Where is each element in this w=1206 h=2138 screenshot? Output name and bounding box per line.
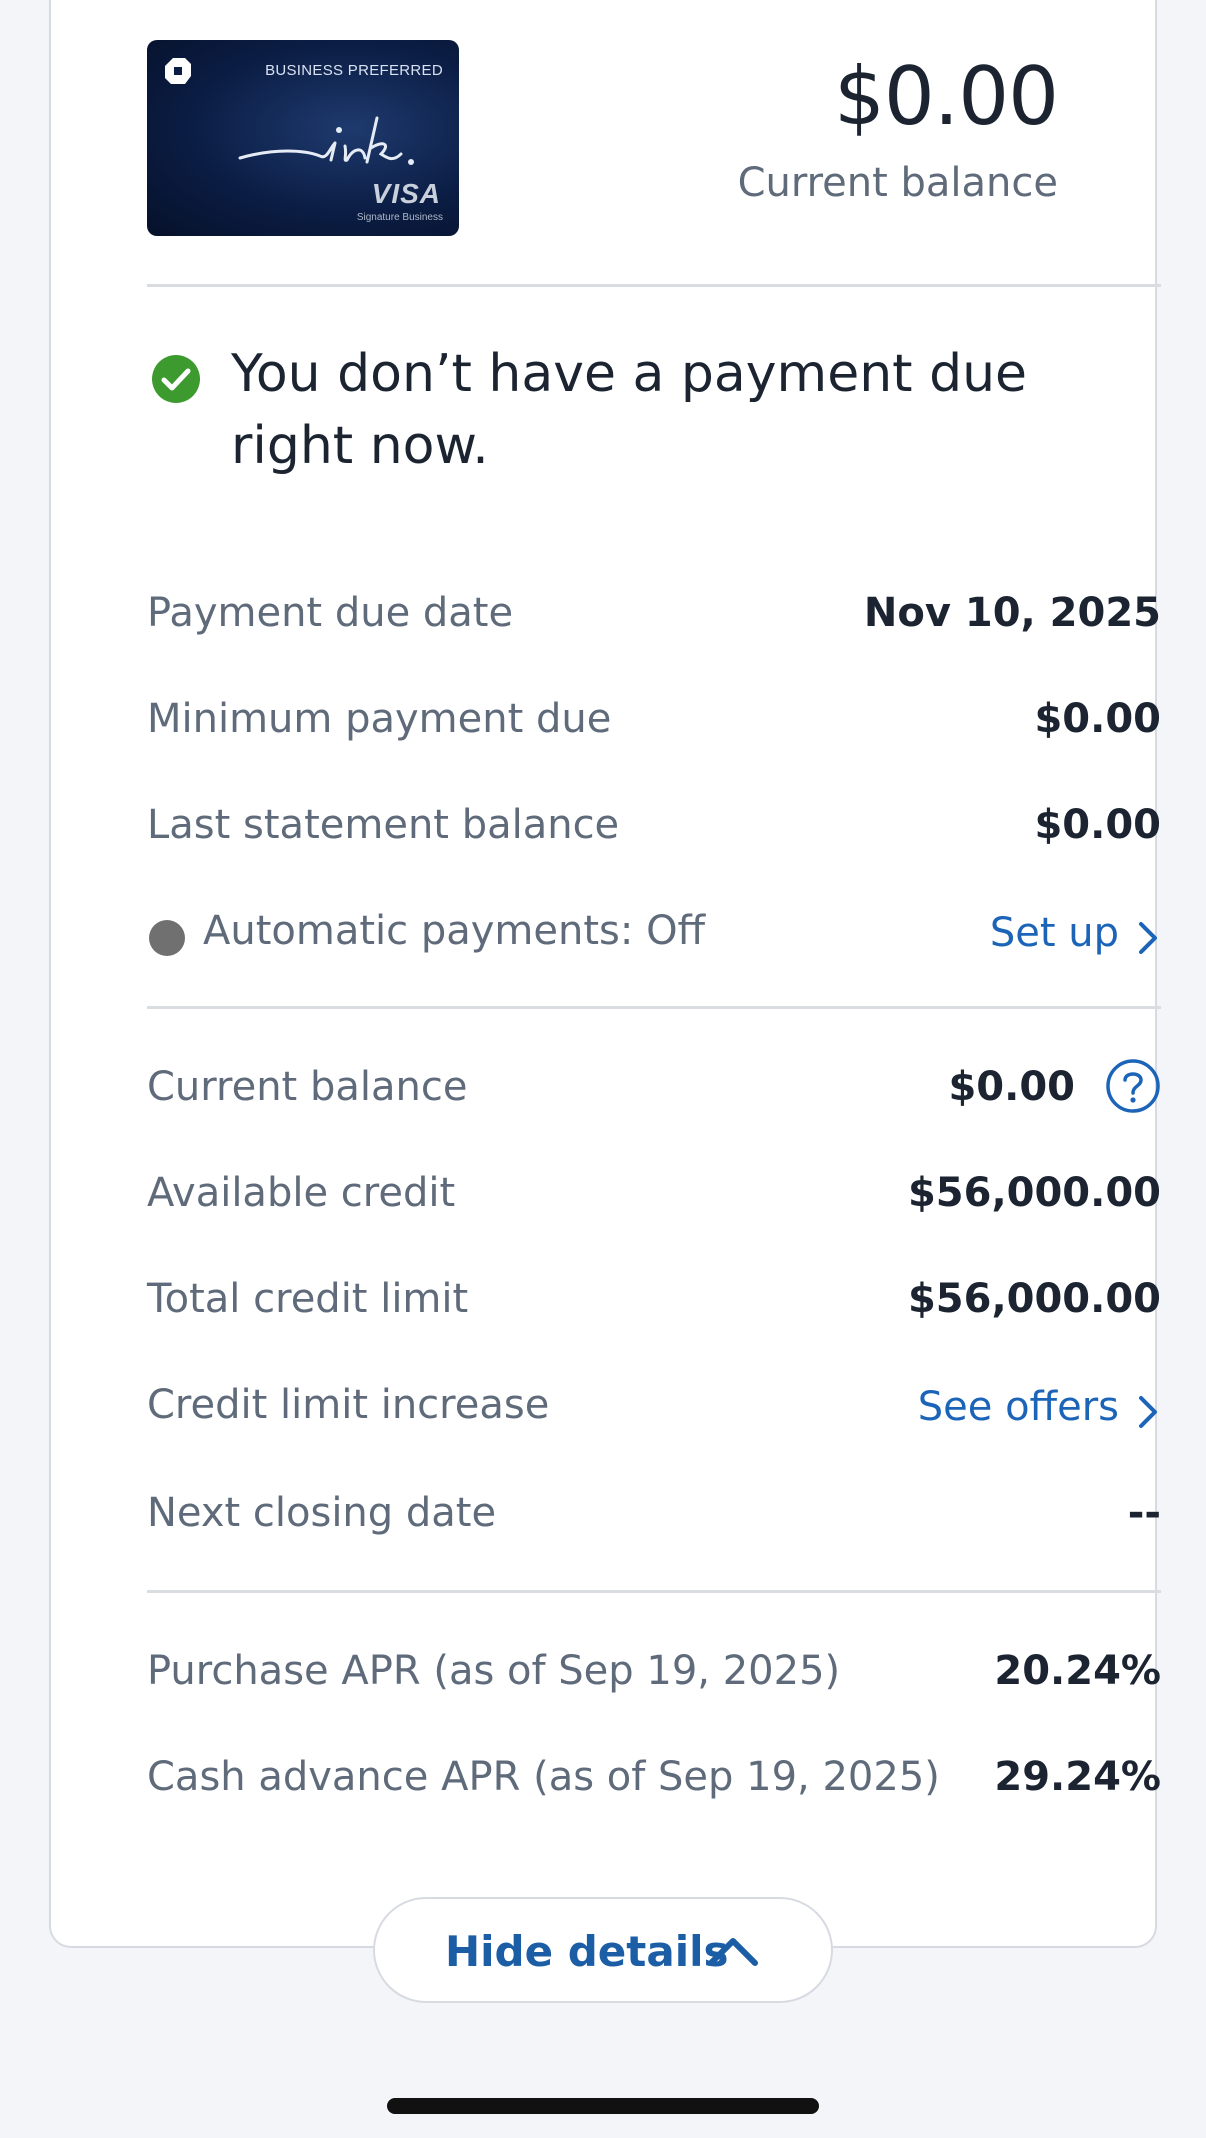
autopay-setup-link[interactable]: Set up: [990, 910, 1119, 956]
visa-logo: VISA: [371, 178, 441, 209]
payment-due-date-label: Payment due date: [147, 590, 514, 636]
divider: [147, 1590, 1161, 1593]
chevron-right-icon[interactable]: [1133, 1392, 1161, 1432]
last-statement-value: $0.00: [1034, 802, 1161, 848]
ink-script-logo: [238, 116, 414, 165]
purchase-apr-value: 20.24%: [994, 1648, 1161, 1694]
last-statement-row: Last statement balance $0.00: [147, 794, 1161, 854]
autopay-label: Automatic payments: Off: [203, 908, 706, 954]
help-question-icon[interactable]: [1105, 1058, 1161, 1114]
last-statement-label: Last statement balance: [147, 802, 620, 848]
chase-logo-icon: [165, 58, 191, 84]
total-credit-limit-label: Total credit limit: [147, 1276, 469, 1322]
payment-due-date-row: Payment due date Nov 10, 2025: [147, 582, 1161, 642]
purchase-apr-row: Purchase APR (as of Sep 19, 2025) 20.24%: [147, 1640, 1161, 1700]
available-credit-row: Available credit $56,000.00: [147, 1162, 1161, 1222]
hero-balance-label: Current balance: [737, 160, 1058, 206]
minimum-payment-label: Minimum payment due: [147, 696, 612, 742]
credit-card-image: BUSINESS PREFERRED VISA Signature Busine…: [147, 40, 459, 236]
purchase-apr-label: Purchase APR (as of Sep 19, 2025): [147, 1648, 841, 1694]
available-credit-label: Available credit: [147, 1170, 456, 1216]
payment-status-message: You don’t have a payment due right now.: [231, 344, 1028, 476]
next-closing-date-value: --: [1127, 1490, 1161, 1536]
current-balance-row: Current balance $0.00: [147, 1056, 1161, 1116]
minimum-payment-value: $0.00: [1034, 696, 1161, 742]
total-credit-limit-value: $56,000.00: [907, 1276, 1161, 1322]
account-details-card: BUSINESS PREFERRED VISA Signature Busine…: [49, 0, 1161, 1948]
home-indicator[interactable]: [387, 2098, 819, 2114]
credit-limit-increase-row: Credit limit increase See offers: [147, 1374, 1161, 1434]
hide-details-button[interactable]: Hide details: [373, 1897, 833, 2003]
cash-advance-apr-row: Cash advance APR (as of Sep 19, 2025) 29…: [147, 1746, 1161, 1806]
autopay-row: Automatic payments: Off Set up: [147, 900, 1161, 960]
current-balance-label: Current balance: [147, 1064, 468, 1110]
chevron-up-icon: [708, 1938, 758, 1966]
divider: [147, 284, 1161, 287]
current-balance-value: $0.00: [948, 1064, 1075, 1110]
payment-due-date-value: Nov 10, 2025: [863, 590, 1161, 636]
check-circle-icon: [152, 355, 200, 403]
total-credit-limit-row: Total credit limit $56,000.00: [147, 1268, 1161, 1328]
divider: [147, 1006, 1161, 1009]
cash-advance-apr-label: Cash advance APR (as of Sep 19, 2025): [147, 1754, 940, 1800]
visa-signature-business-label: Signature Business: [356, 212, 443, 223]
next-closing-date-label: Next closing date: [147, 1490, 497, 1536]
next-closing-date-row: Next closing date --: [147, 1482, 1161, 1542]
see-offers-link[interactable]: See offers: [918, 1384, 1119, 1430]
chevron-right-icon[interactable]: [1133, 918, 1161, 958]
available-credit-value: $56,000.00: [907, 1170, 1161, 1216]
minimum-payment-row: Minimum payment due $0.00: [147, 688, 1161, 748]
card-tier-label: BUSINESS PREFERRED: [265, 62, 443, 79]
hide-details-label: Hide details: [445, 1927, 729, 1976]
credit-limit-increase-label: Credit limit increase: [147, 1382, 550, 1428]
hero-balance-amount: $0.00: [833, 50, 1059, 143]
cash-advance-apr-value: 29.24%: [994, 1754, 1161, 1800]
autopay-status-dot-icon: [149, 920, 185, 956]
